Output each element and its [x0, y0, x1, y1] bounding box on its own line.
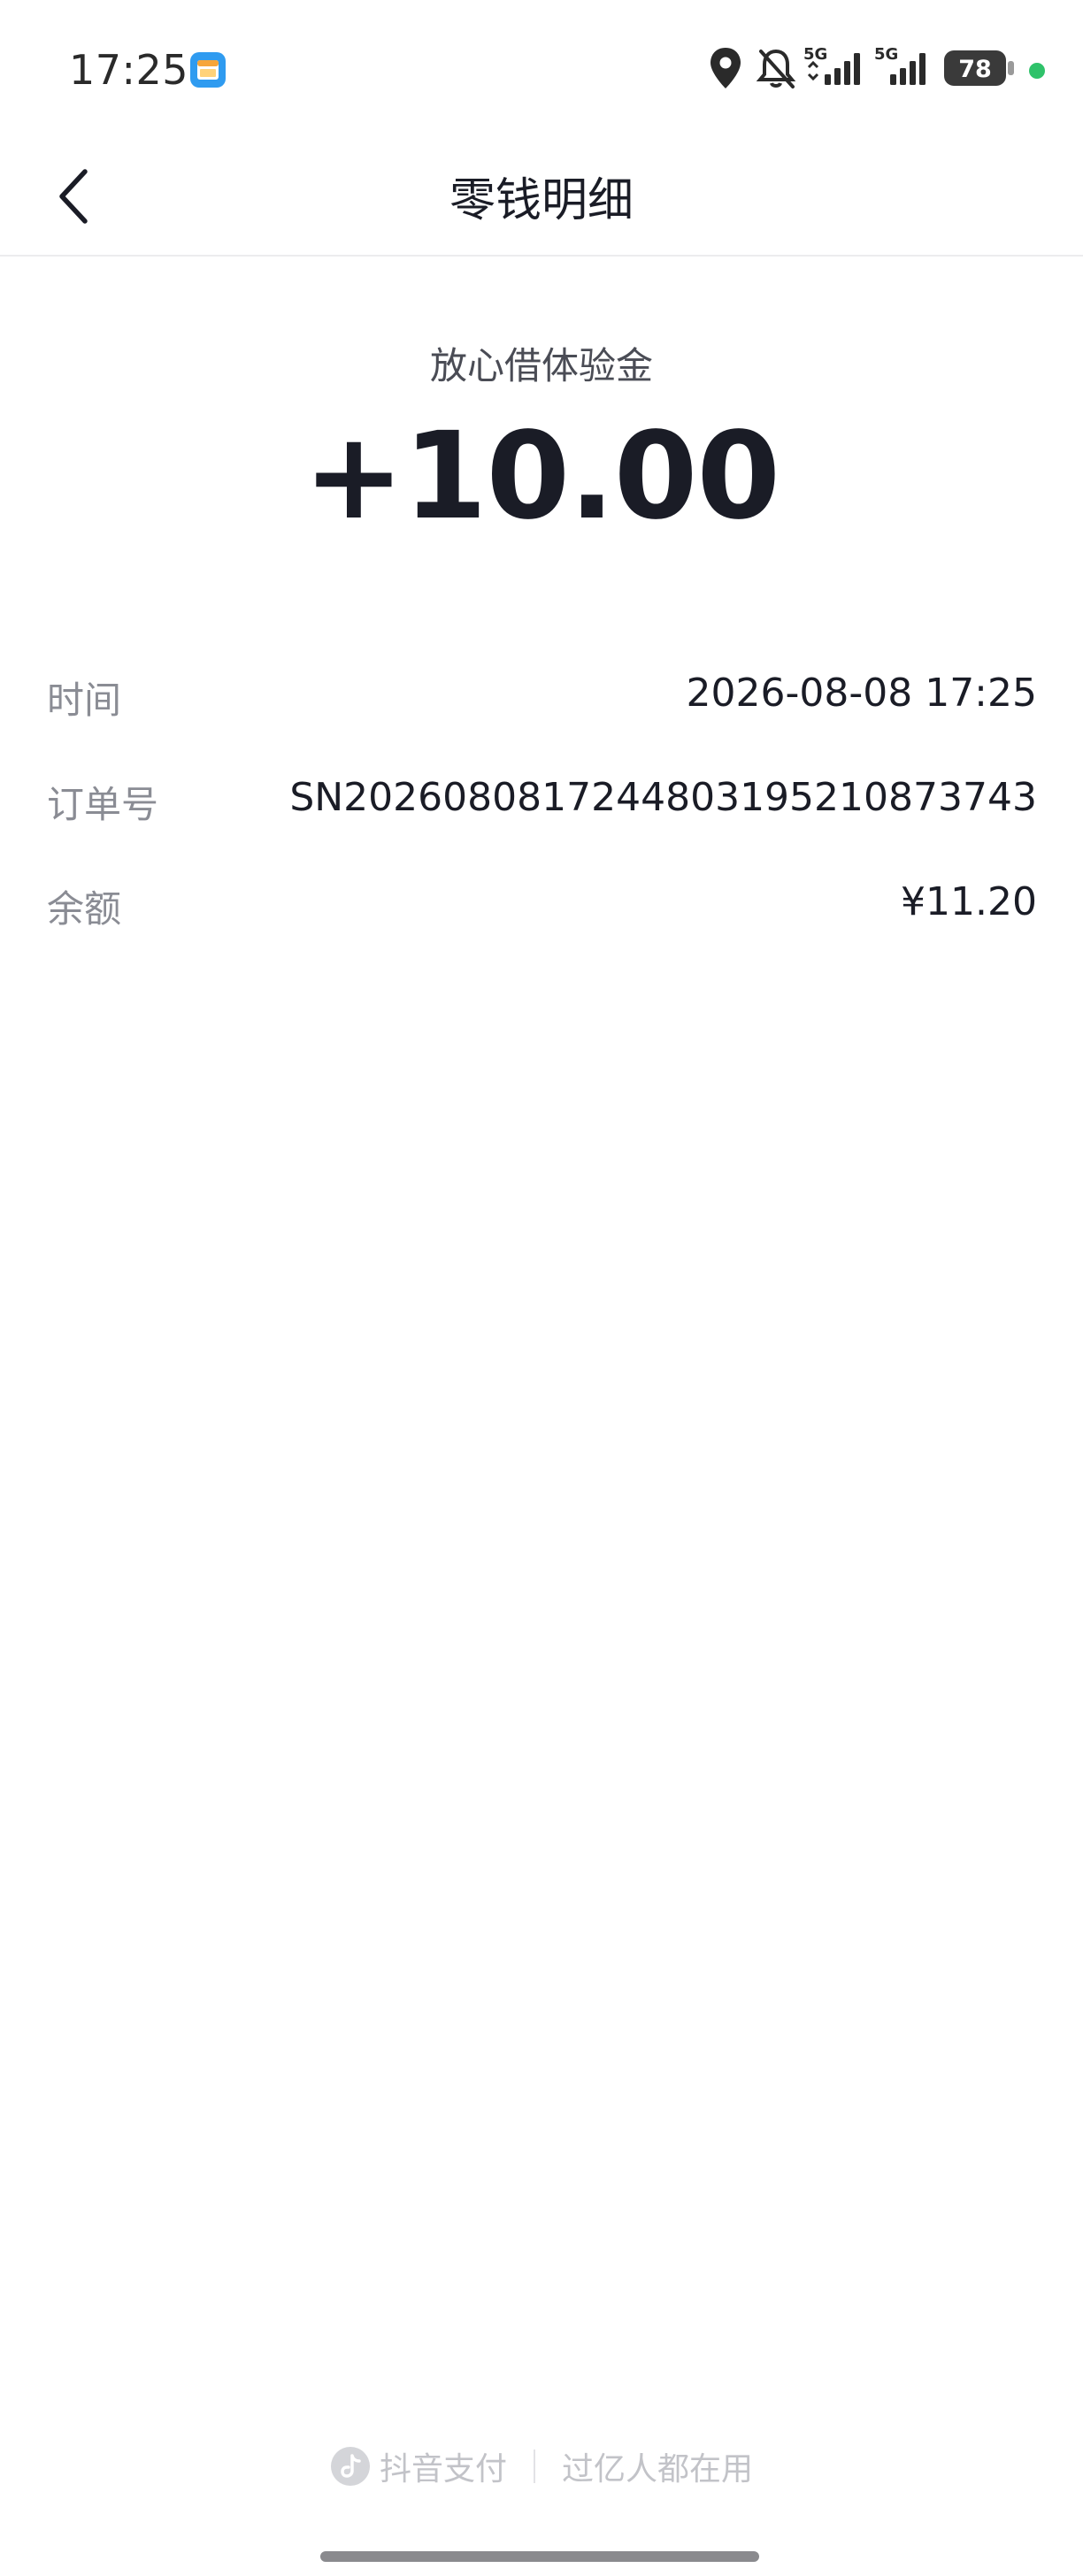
status-bar: 17:25 5G 5G 78	[0, 0, 1083, 133]
network-label-1: 5G	[803, 45, 827, 64]
transaction-amount: +10.00	[303, 407, 780, 547]
detail-key: 时间	[47, 678, 122, 722]
detail-row-balance: 余额 ¥11.20	[47, 879, 1037, 932]
douyin-pay-logo-icon	[330, 2447, 370, 2486]
detail-row-order-number: 订单号 SN2026080817244803195210873743	[47, 775, 1037, 828]
privacy-indicator-dot	[1028, 62, 1046, 83]
home-indicator[interactable]	[320, 2551, 759, 2562]
detail-value[interactable]: SN2026080817244803195210873743	[289, 775, 1037, 820]
page-title: 零钱明细	[449, 174, 634, 227]
footer-brand: 抖音支付	[330, 2443, 507, 2489]
footer-divider	[534, 2450, 535, 2483]
battery-icon: 78	[943, 50, 1016, 90]
footer-brand-text: 抖音支付	[379, 2451, 507, 2488]
signal-icon: 5G	[874, 44, 931, 92]
detail-value: 2026-08-08 17:25	[686, 671, 1038, 716]
status-time: 17:25	[69, 46, 189, 94]
wallet-detail-page: 17:25 5G 5G 78 零钱明细 放心借体验金 +10.00 时间 202…	[0, 0, 1083, 2576]
network-label-2: 5G	[874, 45, 898, 64]
detail-key: 余额	[47, 887, 122, 931]
status-icons: 5G 5G 78	[694, 0, 1083, 133]
footer: 抖音支付 过亿人都在用	[0, 2440, 1083, 2493]
location-icon	[708, 46, 743, 94]
battery-level: 78	[958, 56, 992, 83]
signal-icon: 5G	[803, 44, 865, 92]
app-notification-icon	[189, 51, 227, 88]
detail-value: ¥11.20	[901, 879, 1037, 924]
footer-slogan: 过亿人都在用	[562, 2451, 754, 2488]
detail-row-time: 时间 2026-08-08 17:25	[47, 671, 1037, 724]
bell-muted-icon	[756, 46, 796, 94]
detail-key: 订单号	[47, 783, 159, 826]
navigation-bar: 零钱明细	[0, 133, 1083, 257]
transaction-label: 放心借体验金	[429, 344, 653, 387]
